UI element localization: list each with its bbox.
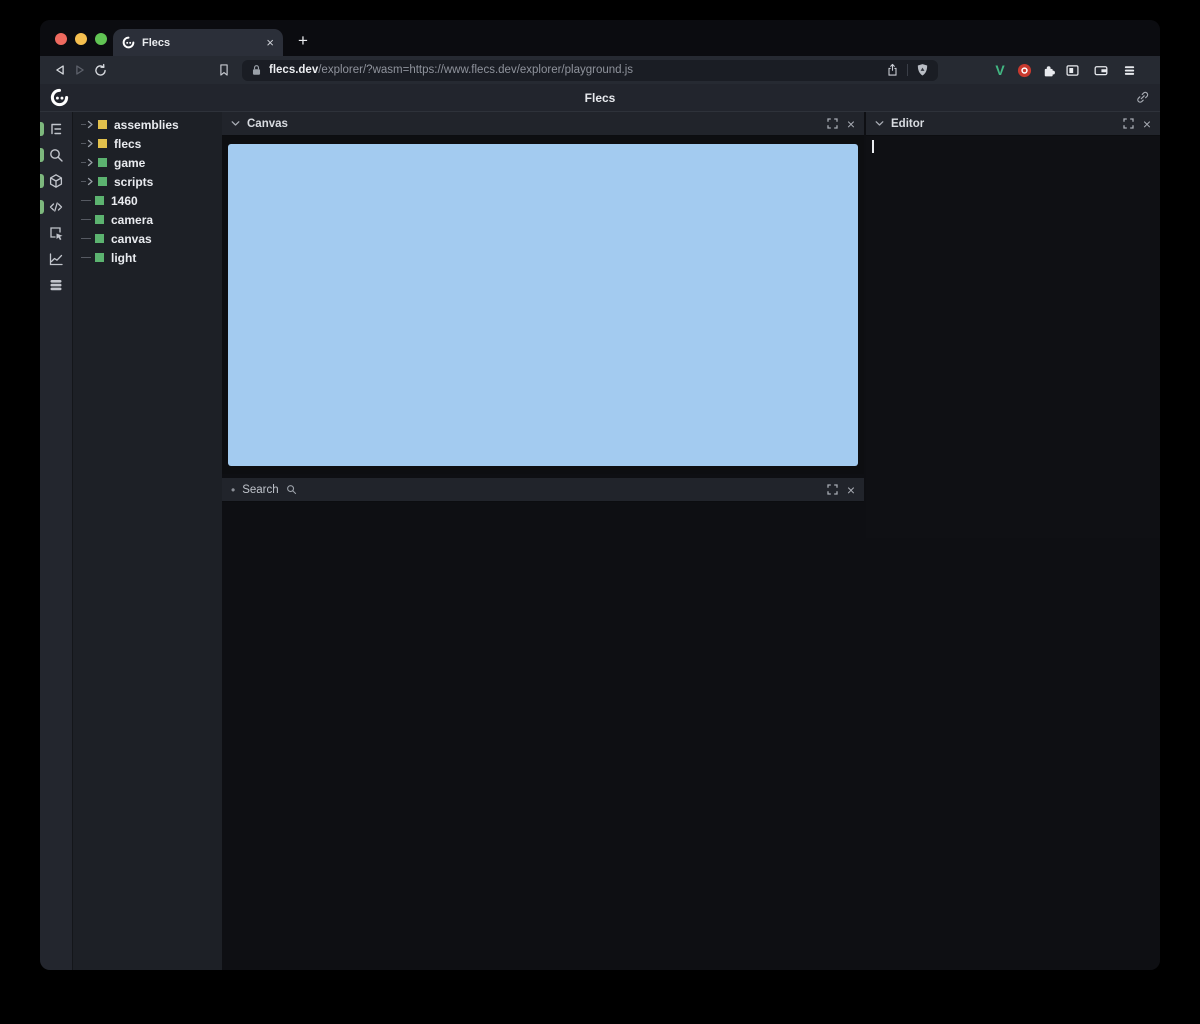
- canvas-panel-body: [222, 136, 864, 474]
- search-panel-header[interactable]: • Search ×: [222, 478, 864, 502]
- close-window-button[interactable]: [55, 33, 67, 45]
- new-tab-button[interactable]: +: [298, 31, 308, 51]
- share-icon[interactable]: [886, 63, 899, 77]
- code-icon: [48, 199, 64, 215]
- chevron-right-icon[interactable]: [87, 139, 94, 148]
- chart-icon: [48, 251, 64, 267]
- tree-item-canvas[interactable]: canvas: [73, 229, 222, 248]
- bookmark-icon[interactable]: [214, 60, 234, 80]
- entity-color-swatch: [98, 139, 107, 148]
- panel-title: Search: [242, 484, 278, 496]
- sidebar-toggle-icon[interactable]: [1065, 63, 1080, 78]
- entity-color-swatch: [98, 158, 107, 167]
- expand-icon[interactable]: [1123, 118, 1134, 129]
- chevron-right-icon[interactable]: [87, 177, 94, 186]
- cube-icon: [48, 173, 64, 189]
- tree-item-light[interactable]: light: [73, 248, 222, 267]
- tool-inspect[interactable]: [40, 220, 72, 246]
- chevron-right-icon[interactable]: [87, 158, 94, 167]
- expand-icon[interactable]: [827, 484, 838, 495]
- tree-item-camera[interactable]: camera: [73, 210, 222, 229]
- red-extension-icon[interactable]: [1017, 63, 1032, 78]
- search-icon: [286, 484, 297, 495]
- app-header: Flecs: [40, 84, 1160, 112]
- brave-shield-icon[interactable]: [916, 63, 929, 77]
- back-icon[interactable]: [50, 60, 70, 80]
- extensions-puzzle-icon[interactable]: [1041, 63, 1056, 78]
- flecs-logo-icon: [50, 88, 69, 107]
- search-icon: [48, 147, 64, 163]
- tree-item-assemblies[interactable]: assemblies: [73, 115, 222, 134]
- browser-window: Flecs × + flecs.dev/explorer/?wasm=https…: [40, 20, 1160, 970]
- canvas-viewport[interactable]: [228, 144, 858, 466]
- active-indicator: [40, 148, 44, 162]
- tool-search[interactable]: [40, 142, 72, 168]
- chevron-right-icon[interactable]: [87, 120, 94, 129]
- active-indicator: [40, 122, 44, 136]
- zoom-window-button[interactable]: [95, 33, 107, 45]
- tab-favicon-flecs-icon: [122, 36, 135, 49]
- chevron-down-icon[interactable]: [231, 120, 240, 127]
- main-area: Canvas × • Search ×: [222, 112, 1160, 970]
- expand-icon[interactable]: [827, 118, 838, 129]
- minimize-window-button[interactable]: [75, 33, 87, 45]
- tab-title: Flecs: [142, 37, 170, 49]
- browser-toolbar: flecs.dev/explorer/?wasm=https://www.fle…: [40, 56, 1160, 84]
- close-icon[interactable]: ×: [847, 483, 855, 497]
- editor-panel-header[interactable]: Editor ×: [866, 112, 1160, 136]
- tree-item-scripts[interactable]: scripts: [73, 172, 222, 191]
- canvas-panel: Canvas ×: [222, 112, 864, 474]
- editor-panel: Editor ×: [866, 112, 1160, 538]
- chevron-down-icon[interactable]: [875, 120, 884, 127]
- tool-tree-outline[interactable]: [40, 116, 72, 142]
- entity-tree-panel: assemblies flecs game scripts: [72, 112, 222, 970]
- divider: [907, 64, 908, 76]
- text-cursor: [872, 140, 874, 153]
- active-indicator: [40, 174, 44, 188]
- menu-icon[interactable]: [1123, 64, 1136, 77]
- tool-code[interactable]: [40, 194, 72, 220]
- wallet-icon[interactable]: [1093, 63, 1109, 78]
- close-icon[interactable]: ×: [847, 117, 855, 131]
- collapsed-bullet: •: [231, 484, 235, 496]
- url-domain: flecs.dev: [269, 64, 318, 76]
- browser-tab-bar: Flecs × +: [40, 20, 1160, 56]
- tool-queries[interactable]: [40, 272, 72, 298]
- extensions-row: V: [992, 62, 1148, 78]
- link-icon[interactable]: [1135, 90, 1150, 105]
- panel-title: Canvas: [247, 118, 288, 130]
- page-title: Flecs: [585, 91, 616, 105]
- address-bar[interactable]: flecs.dev/explorer/?wasm=https://www.fle…: [242, 60, 938, 81]
- inspect-icon: [48, 225, 64, 241]
- entity-color-swatch: [98, 177, 107, 186]
- canvas-panel-header[interactable]: Canvas ×: [222, 112, 864, 136]
- active-indicator: [40, 200, 44, 214]
- tool-entities-cube[interactable]: [40, 168, 72, 194]
- panel-title: Editor: [891, 118, 924, 130]
- search-panel: • Search ×: [222, 478, 864, 502]
- tab-flecs[interactable]: Flecs ×: [113, 29, 283, 56]
- tree-item-flecs[interactable]: flecs: [73, 134, 222, 153]
- tree-item-1460[interactable]: 1460: [73, 191, 222, 210]
- url-path: /explorer/?wasm=https://www.flecs.dev/ex…: [318, 64, 633, 76]
- reload-icon[interactable]: [90, 60, 110, 80]
- entity-color-swatch: [95, 234, 104, 243]
- entity-color-swatch: [98, 120, 107, 129]
- lock-icon: [251, 64, 262, 76]
- close-icon[interactable]: ×: [1143, 117, 1151, 131]
- vue-devtools-icon[interactable]: V: [992, 62, 1008, 78]
- tool-chart[interactable]: [40, 246, 72, 272]
- traffic-lights: [55, 33, 107, 45]
- tree-item-game[interactable]: game: [73, 153, 222, 172]
- tab-close-icon[interactable]: ×: [266, 36, 274, 49]
- queries-icon: [48, 277, 64, 293]
- tool-sidebar: [40, 112, 72, 970]
- entity-color-swatch: [95, 196, 104, 205]
- tree-outline-icon: [48, 121, 64, 137]
- entity-color-swatch: [95, 253, 104, 262]
- editor-input[interactable]: [866, 136, 1160, 538]
- entity-color-swatch: [95, 215, 104, 224]
- url-text: flecs.dev/explorer/?wasm=https://www.fle…: [269, 64, 633, 76]
- forward-icon[interactable]: [70, 60, 90, 80]
